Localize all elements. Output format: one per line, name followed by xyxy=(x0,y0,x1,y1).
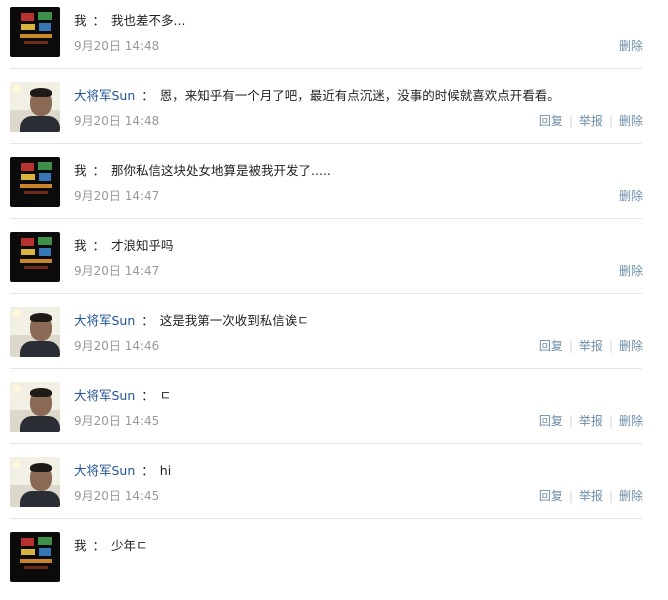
delete-link[interactable]: 删除 xyxy=(619,39,643,53)
avatar[interactable] xyxy=(10,457,60,507)
avatar[interactable] xyxy=(10,232,60,282)
delete-link[interactable]: 删除 xyxy=(619,264,643,278)
author-separator: ： xyxy=(92,238,106,253)
author-name[interactable]: 大将军Sun xyxy=(74,88,135,103)
message-item: 大将军Sun ： 这是我第一次收到私信诶ㄷ 9月20日 14:46 回复 | 举报 | 删除 xyxy=(0,300,668,375)
message-item: 大将军Sun ： ㄷ 9月20日 14:45 回复 | 举报 | 删除 xyxy=(0,375,668,450)
avatar[interactable] xyxy=(10,82,60,132)
divider xyxy=(10,518,642,519)
author-separator: ： xyxy=(141,463,154,478)
message-text: 我也差不多... xyxy=(111,13,186,28)
avatar[interactable] xyxy=(10,7,60,57)
message-item: 大将军Sun：恩，来知乎有一个月了吧，最近有点沉迷，没事的时候就喜欢点开看看。 … xyxy=(0,75,668,150)
message-text: 恩，来知乎有一个月了吧，最近有点沉迷，没事的时候就喜欢点开看看。 xyxy=(159,88,560,103)
message-item: 大将军Sun ： hi 9月20日 14:45 回复 | 举报 | 删除 xyxy=(0,450,668,525)
report-link[interactable]: 举报 xyxy=(579,489,603,503)
message-line: 大将军Sun ： hi xyxy=(74,460,171,479)
action-separator: | xyxy=(568,489,573,503)
reply-link[interactable]: 回复 xyxy=(539,489,563,503)
divider xyxy=(10,68,642,69)
message-line: 我 ： 那你私信这块处女地算是被我开发了..... xyxy=(74,160,331,179)
action-separator: | xyxy=(608,114,613,128)
message-actions: 回复 | 举报 | 删除 xyxy=(539,412,643,429)
message-text: 才浪知乎吗 xyxy=(111,238,174,253)
delete-link[interactable]: 删除 xyxy=(619,414,643,428)
message-text: ㄷ xyxy=(159,388,172,403)
message-actions: 删除 xyxy=(619,262,643,279)
divider xyxy=(10,143,642,144)
author-separator: ： xyxy=(141,88,154,103)
message-text: 那你私信这块处女地算是被我开发了..... xyxy=(111,163,331,178)
action-separator: | xyxy=(568,114,573,128)
delete-link[interactable]: 删除 xyxy=(619,489,643,503)
message-line: 我：少年ㄷ xyxy=(74,535,148,554)
message-text: 这是我第一次收到私信诶ㄷ xyxy=(159,313,309,328)
author-separator: ： xyxy=(92,13,106,28)
avatar[interactable] xyxy=(10,382,60,432)
action-separator: | xyxy=(608,414,613,428)
message-item: 我 ： 那你私信这块处女地算是被我开发了..... 9月20日 14:47 删除 xyxy=(0,150,668,225)
message-item: 我：少年ㄷ xyxy=(0,525,668,600)
divider xyxy=(10,293,642,294)
divider xyxy=(10,218,642,219)
report-link[interactable]: 举报 xyxy=(579,114,603,128)
reply-link[interactable]: 回复 xyxy=(539,414,563,428)
message-actions: 删除 xyxy=(619,37,643,54)
action-separator: | xyxy=(608,489,613,503)
message-time: 9月20日 14:47 xyxy=(74,264,160,278)
message-time: 9月20日 14:46 xyxy=(74,339,160,353)
author-name[interactable]: 大将军Sun xyxy=(74,388,135,403)
message-line: 我 ： 才浪知乎吗 xyxy=(74,235,174,254)
avatar[interactable] xyxy=(10,307,60,357)
author-separator: ： xyxy=(141,313,154,328)
divider xyxy=(10,368,642,369)
message-time: 9月20日 14:48 xyxy=(74,39,160,53)
message-line: 大将军Sun ： 这是我第一次收到私信诶ㄷ xyxy=(74,310,309,329)
message-time: 9月20日 14:45 xyxy=(74,489,160,503)
reply-link[interactable]: 回复 xyxy=(539,114,563,128)
action-separator: | xyxy=(608,339,613,353)
message-actions: 回复 | 举报 | 删除 xyxy=(539,112,643,129)
delete-link[interactable]: 删除 xyxy=(619,189,643,203)
reply-link[interactable]: 回复 xyxy=(539,339,563,353)
message-text: hi xyxy=(159,463,172,478)
divider xyxy=(10,443,642,444)
message-line: 大将军Sun ： ㄷ xyxy=(74,385,171,404)
report-link[interactable]: 举报 xyxy=(579,414,603,428)
author-name: 我 xyxy=(74,238,87,253)
author-separator: ： xyxy=(141,388,154,403)
action-separator: | xyxy=(568,339,573,353)
author-name: 我 xyxy=(74,13,87,28)
action-separator: | xyxy=(568,414,573,428)
delete-link[interactable]: 删除 xyxy=(619,114,643,128)
message-actions: 回复 | 举报 | 删除 xyxy=(539,487,643,504)
message-time: 9月20日 14:48 xyxy=(74,114,160,128)
message-time: 9月20日 14:45 xyxy=(74,414,160,428)
delete-link[interactable]: 删除 xyxy=(619,339,643,353)
author-name[interactable]: 大将军Sun xyxy=(74,463,135,478)
message-time: 9月20日 14:47 xyxy=(74,189,160,203)
message-line: 我 ： 我也差不多... xyxy=(74,10,185,29)
report-link[interactable]: 举报 xyxy=(579,339,603,353)
avatar[interactable] xyxy=(10,532,60,582)
message-item: 我 ： 才浪知乎吗 9月20日 14:47 删除 xyxy=(0,225,668,300)
message-item: 我 ： 我也差不多... 9月20日 14:48 删除 xyxy=(0,0,668,75)
author-name[interactable]: 大将军Sun xyxy=(74,313,135,328)
avatar[interactable] xyxy=(10,157,60,207)
message-actions: 回复 | 举报 | 删除 xyxy=(539,337,643,354)
message-actions: 删除 xyxy=(619,187,643,204)
author-separator: ： xyxy=(92,163,106,178)
author-name: 我 xyxy=(74,163,87,178)
message-line: 大将军Sun ： 恩，来知乎有一个月了吧，最近有点沉迷，没事的时候就喜欢点开看看。 xyxy=(74,85,560,104)
